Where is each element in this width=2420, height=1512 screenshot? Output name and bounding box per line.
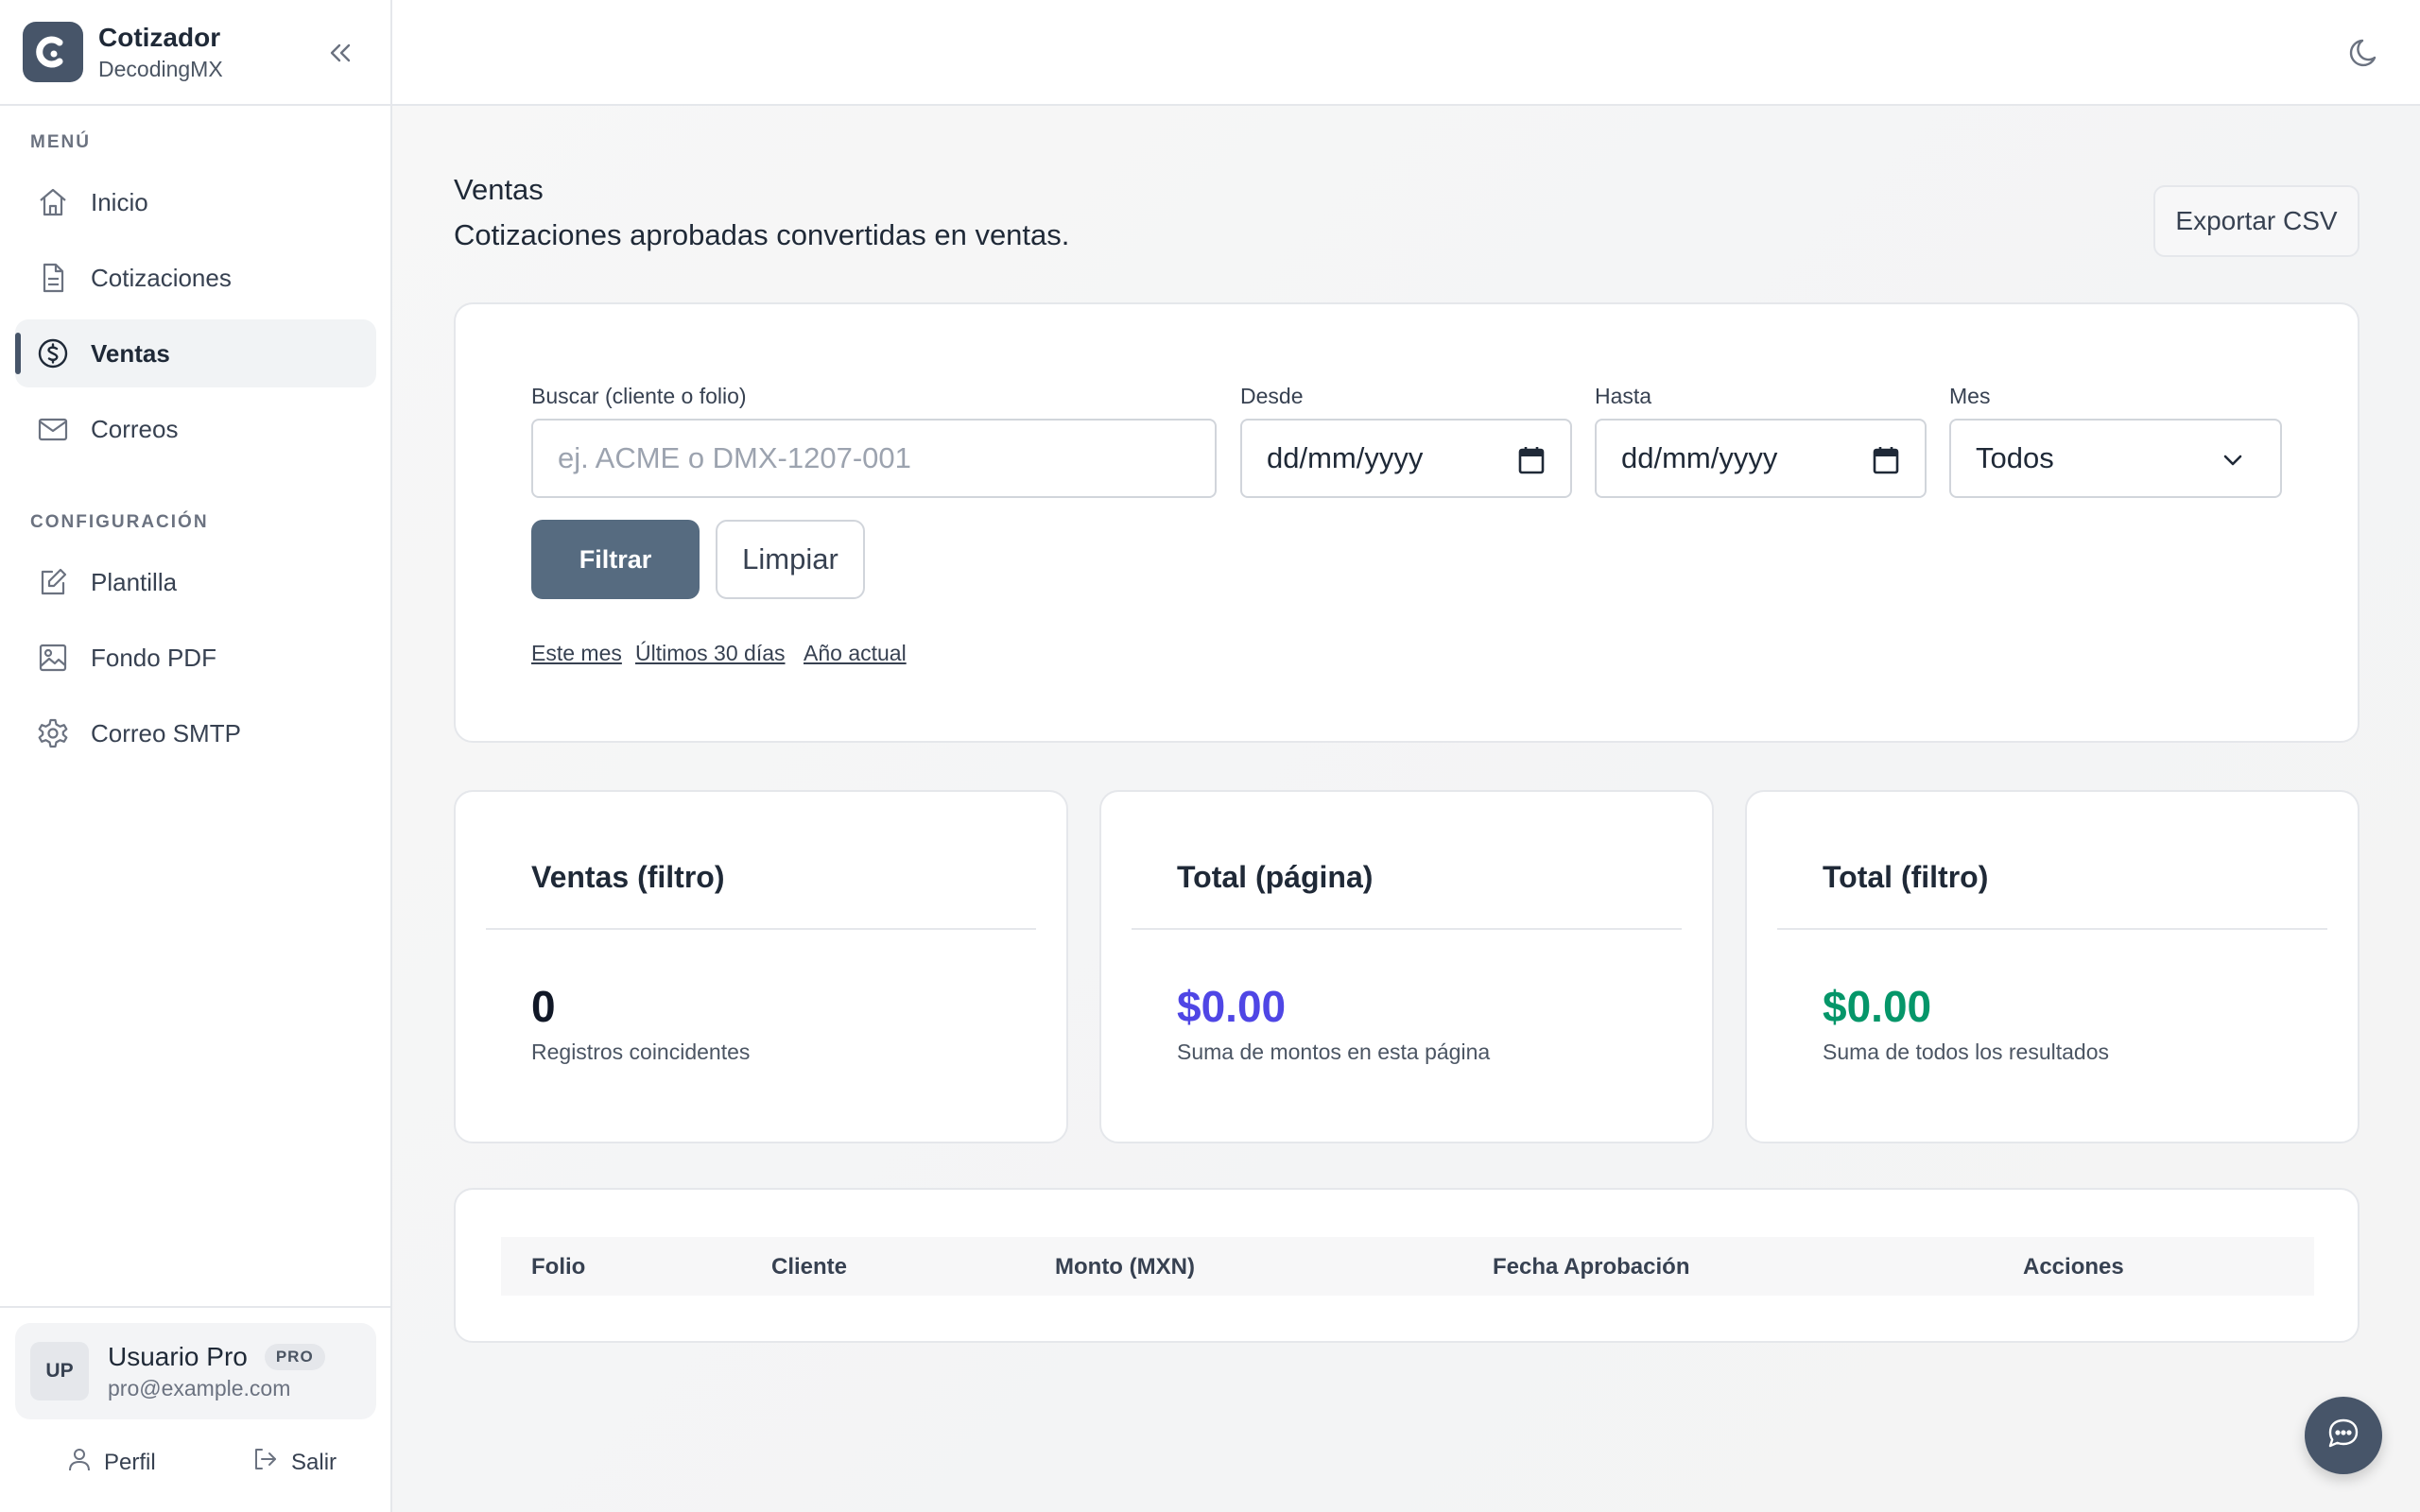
stat-caption: Suma de montos en esta página [1177,1040,1491,1064]
search-input-wrapper [531,419,1217,498]
sidebar-item-correos[interactable]: Correos [15,395,376,463]
app-subtitle: DecodingMX [98,57,223,81]
stat-value: $0.00 [1823,982,1932,1031]
filter-button[interactable]: Filtrar [531,520,700,599]
stat-card-page-total: Total (página) $0.00 Suma de montos en e… [1099,790,1714,1143]
month-select[interactable]: Todos [1949,419,2282,498]
chevron-down-icon [2220,447,2246,473]
from-date-label: Desde [1240,384,1304,408]
user-email: pro@example.com [108,1375,291,1400]
filter-card: Buscar (cliente o folio) Desde dd/mm/yyy… [454,302,2360,743]
to-date-input[interactable]: dd/mm/yyyy [1595,419,1927,498]
user-card: UP Usuario Pro PRO pro@example.com [15,1323,376,1419]
app-logo [23,22,83,82]
stat-value: $0.00 [1177,982,1287,1031]
calendar-icon[interactable] [1517,445,1546,475]
config-section-label: CONFIGURACIÓN [30,512,209,532]
sidebar-item-label: Inicio [91,187,148,216]
stat-caption: Suma de todos los resultados [1823,1040,2110,1064]
sidebar-item-correo-smtp[interactable]: Correo SMTP [15,699,376,767]
stat-caption: Registros coincidentes [531,1040,751,1064]
stat-title: Total (filtro) [1823,860,1989,894]
sidebar-item-fondo-pdf[interactable]: Fondo PDF [15,624,376,692]
search-input[interactable] [558,441,1215,475]
to-date-label: Hasta [1595,384,1652,408]
image-icon [36,641,70,675]
chat-bubble-icon [2325,1415,2362,1457]
month-label: Mes [1949,384,1991,408]
from-date-value: dd/mm/yyyy [1267,441,1424,474]
export-csv-button[interactable]: Exportar CSV [2153,185,2360,257]
brand-header: Cotizador DecodingMX [0,0,390,106]
logout-icon [251,1446,278,1479]
sales-table-card: Folio Cliente Monto (MXN) Fecha Aprobaci… [454,1188,2360,1343]
sidebar-item-label: Plantilla [91,567,178,596]
mail-icon [36,412,70,446]
stat-title: Ventas (filtro) [531,860,725,894]
page-title: Ventas [454,173,544,206]
sidebar: Cotizador DecodingMX MENÚ Inicio Cotizac… [0,0,392,1512]
profile-button[interactable]: Perfil [66,1446,156,1479]
stat-card-filter-total: Total (filtro) $0.00 Suma de todos los r… [1745,790,2360,1143]
avatar: UP [30,1342,89,1400]
sidebar-item-label: Ventas [91,338,170,368]
month-select-value: Todos [1976,441,2054,474]
sidebar-item-ventas[interactable]: Ventas [15,319,376,387]
user-icon [66,1446,93,1479]
chat-button[interactable] [2305,1397,2382,1474]
user-name: Usuario Pro [108,1341,248,1371]
stat-divider [1777,928,2327,930]
column-header-folio[interactable]: Folio [531,1254,585,1280]
gear-icon [36,716,70,750]
sidebar-item-cotizaciones[interactable]: Cotizaciones [15,244,376,312]
app-title: Cotizador [98,23,221,52]
calendar-icon[interactable] [1872,445,1900,475]
home-icon [36,185,70,219]
stat-divider [486,928,1036,930]
sidebar-item-label: Correos [91,414,179,443]
top-bar [392,0,2420,106]
clear-button[interactable]: Limpiar [716,520,865,599]
sidebar-divider [0,1306,390,1308]
document-icon [36,261,70,295]
stat-divider [1132,928,1682,930]
quick-link-this-month[interactable]: Este mes [531,641,622,666]
collapse-sidebar-icon[interactable] [321,36,359,70]
sidebar-item-label: Correo SMTP [91,718,241,747]
sidebar-item-label: Cotizaciones [91,263,232,292]
plan-badge: PRO [264,1343,325,1370]
profile-label: Perfil [104,1449,156,1475]
stat-value: 0 [531,982,556,1031]
column-header-fecha-aprobacion[interactable]: Fecha Aprobación [1493,1254,1689,1280]
search-label: Buscar (cliente o folio) [531,384,747,408]
from-date-input[interactable]: dd/mm/yyyy [1240,419,1572,498]
stat-card-sales-count: Ventas (filtro) 0 Registros coincidentes [454,790,1068,1143]
to-date-value: dd/mm/yyyy [1621,441,1778,474]
moon-icon[interactable] [2346,34,2384,72]
quick-link-current-year[interactable]: Año actual [804,641,907,666]
stat-title: Total (página) [1177,860,1374,894]
logout-button[interactable]: Salir [251,1446,337,1479]
page-subtitle: Cotizaciones aprobadas convertidas en ve… [454,218,1070,251]
dollar-circle-icon [36,336,70,370]
menu-section-label: MENÚ [30,132,91,152]
edit-icon [36,565,70,599]
column-header-acciones: Acciones [2023,1254,2124,1280]
column-header-cliente[interactable]: Cliente [771,1254,847,1280]
column-header-monto[interactable]: Monto (MXN) [1055,1254,1195,1280]
logout-label: Salir [291,1449,337,1475]
sidebar-item-label: Fondo PDF [91,643,216,672]
sidebar-item-inicio[interactable]: Inicio [15,168,376,236]
quick-link-last-30-days[interactable]: Últimos 30 días [635,641,786,666]
table-header: Folio Cliente Monto (MXN) Fecha Aprobaci… [501,1237,2314,1296]
sidebar-item-plantilla[interactable]: Plantilla [15,548,376,616]
